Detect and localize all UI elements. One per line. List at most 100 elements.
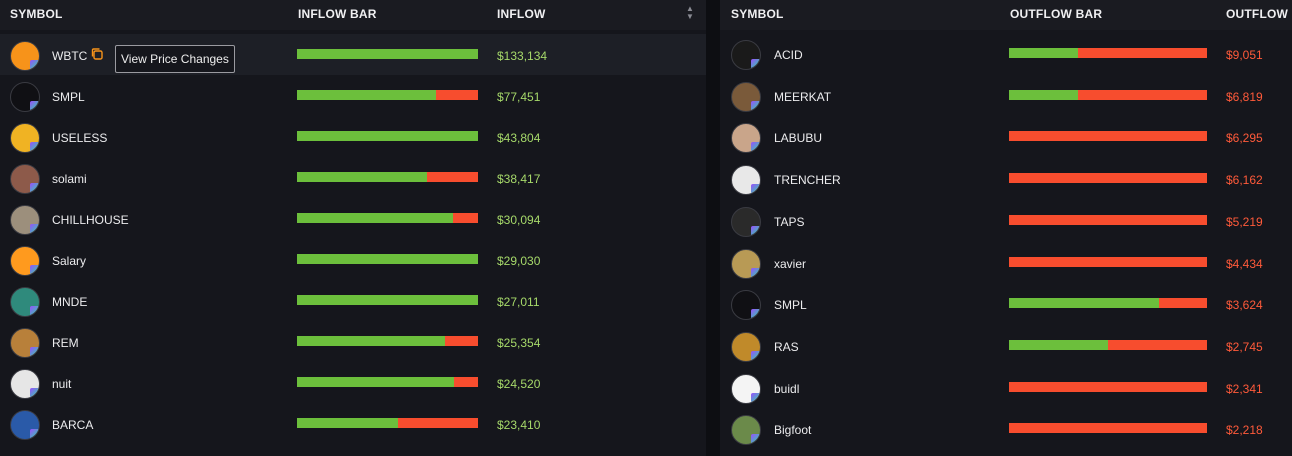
token-symbol[interactable]: solami xyxy=(52,172,87,186)
inflow-portion xyxy=(297,295,478,305)
outflow-portion xyxy=(1009,256,1207,267)
outflow-bar-column-header[interactable]: OUTFLOW BAR xyxy=(1010,7,1102,21)
solana-chain-badge-icon xyxy=(30,265,39,275)
inflow-value: $30,094 xyxy=(497,213,541,227)
token-symbol[interactable]: LABUBU xyxy=(774,131,822,145)
inflow-portion xyxy=(297,377,455,387)
token-symbol[interactable]: SMPL xyxy=(774,298,807,312)
outflow-portion xyxy=(1078,89,1207,100)
inflow-bar xyxy=(297,172,478,182)
outflow-portion xyxy=(1159,298,1207,309)
outflow-bar xyxy=(1009,256,1207,267)
table-row[interactable]: Bigfoot $2,218 xyxy=(720,408,1292,449)
sort-toggle-icon[interactable]: ▲ ▼ xyxy=(686,5,694,21)
symbol-column-header[interactable]: SYMBOL xyxy=(731,7,784,21)
table-row[interactable]: SMPL $3,624 xyxy=(720,283,1292,324)
token-symbol[interactable]: Salary xyxy=(52,254,86,268)
token-symbol[interactable]: xavier xyxy=(774,257,806,271)
token-symbol[interactable]: ACID xyxy=(774,48,803,62)
inflow-value: $25,354 xyxy=(497,336,541,350)
solana-chain-badge-icon xyxy=(30,101,39,111)
table-row[interactable]: SMPL $77,451 xyxy=(0,75,706,116)
bigfoot-token-icon xyxy=(731,415,761,446)
inflow-table-header: SYMBOL INFLOW BAR INFLOW ▲ ▼ xyxy=(0,0,706,30)
table-row[interactable]: TAPS $5,219 xyxy=(720,200,1292,241)
table-row[interactable]: xavier $4,434 xyxy=(720,242,1292,283)
token-symbol[interactable]: REM xyxy=(52,336,79,350)
solana-chain-badge-icon xyxy=(751,142,760,153)
inflow-portion xyxy=(297,254,478,264)
table-row[interactable]: Salary $29,030 xyxy=(0,239,706,280)
table-row[interactable]: TRENCHER $6,162 xyxy=(720,158,1292,199)
inflow-bar-column-header[interactable]: INFLOW BAR xyxy=(298,7,377,21)
token-symbol[interactable]: nuit xyxy=(52,377,71,391)
table-row[interactable]: USELESS $43,804 xyxy=(0,116,706,157)
solana-chain-badge-icon xyxy=(751,309,760,320)
ras-token-icon xyxy=(731,331,761,362)
inflow-portion xyxy=(1009,339,1108,350)
token-symbol[interactable]: SMPL xyxy=(52,90,85,104)
outflow-portion xyxy=(1108,339,1207,350)
table-row[interactable]: REM $25,354 xyxy=(0,321,706,362)
outflow-portion xyxy=(427,172,478,182)
token-symbol[interactable]: CHILLHOUSE xyxy=(52,213,129,227)
token-symbol[interactable]: USELESS xyxy=(52,131,107,145)
outflow-bar xyxy=(1009,173,1207,184)
solana-chain-badge-icon xyxy=(751,225,760,236)
token-symbol[interactable]: WBTC xyxy=(52,49,87,63)
table-row[interactable]: RAS $2,745 xyxy=(720,325,1292,366)
outflow-bar xyxy=(1009,381,1207,392)
salary-token-icon xyxy=(10,246,40,276)
inflow-column-header[interactable]: INFLOW xyxy=(497,7,546,21)
inflow-bar xyxy=(297,90,478,100)
inflow-value: $38,417 xyxy=(497,172,541,186)
table-row[interactable]: solami $38,417 xyxy=(0,157,706,198)
inflow-portion xyxy=(1009,48,1079,58)
symbol-column-header[interactable]: SYMBOL xyxy=(10,7,63,21)
solami-token-icon xyxy=(10,164,40,194)
table-row[interactable]: MNDE $27,011 xyxy=(0,280,706,321)
token-symbol[interactable]: buidl xyxy=(774,382,799,396)
nuit-token-icon xyxy=(10,369,40,399)
copy-icon[interactable] xyxy=(90,47,104,61)
outflow-bar xyxy=(1009,298,1207,309)
table-row[interactable]: CHILLHOUSE $30,094 xyxy=(0,198,706,239)
table-row[interactable]: buidl $2,341 xyxy=(720,367,1292,408)
solana-chain-badge-icon xyxy=(30,142,39,152)
outflow-value: $3,624 xyxy=(1226,298,1263,313)
table-row[interactable]: ACID $9,051 xyxy=(720,33,1292,74)
token-symbol[interactable]: Bigfoot xyxy=(774,423,811,437)
outflow-portion xyxy=(398,418,478,428)
token-symbol[interactable]: RAS xyxy=(774,340,799,354)
outflow-value: $5,219 xyxy=(1226,214,1263,229)
chillhouse-token-icon xyxy=(10,205,40,235)
smpl-token-icon xyxy=(731,290,761,321)
inflow-table: SYMBOL INFLOW BAR INFLOW ▲ ▼ WBTC $133,134… xyxy=(0,0,706,456)
solana-chain-badge-icon xyxy=(30,183,39,193)
outflow-value: $6,295 xyxy=(1226,131,1263,146)
inflow-portion xyxy=(297,90,437,100)
token-symbol[interactable]: BARCA xyxy=(52,418,93,432)
inflow-bar xyxy=(297,49,478,59)
solana-chain-badge-icon xyxy=(751,267,760,278)
table-row[interactable]: nuit $24,520 xyxy=(0,362,706,403)
table-row[interactable]: BARCA $23,410 xyxy=(0,403,706,444)
outflow-portion xyxy=(1009,214,1207,225)
table-row[interactable]: WBTC $133,134 View Price Changes xyxy=(0,34,706,75)
token-symbol[interactable]: MEERKAT xyxy=(774,90,831,104)
buidl-token-icon xyxy=(731,373,761,404)
token-symbol[interactable]: TAPS xyxy=(774,215,804,229)
inflow-portion xyxy=(297,172,428,182)
table-row[interactable]: LABUBU $6,295 xyxy=(720,116,1292,157)
solana-chain-badge-icon xyxy=(751,392,760,403)
table-row[interactable]: MEERKAT $6,819 xyxy=(720,75,1292,116)
trencher-token-icon xyxy=(731,165,761,196)
token-symbol[interactable]: TRENCHER xyxy=(774,173,841,187)
solana-chain-badge-icon xyxy=(751,350,760,361)
view-price-changes-tooltip: View Price Changes xyxy=(115,45,235,73)
outflow-value: $4,434 xyxy=(1226,256,1263,271)
outflow-column-header[interactable]: OUTFLOW xyxy=(1226,7,1288,21)
token-symbol[interactable]: MNDE xyxy=(52,295,87,309)
outflow-value: $6,162 xyxy=(1226,173,1263,188)
mnde-token-icon xyxy=(10,287,40,317)
